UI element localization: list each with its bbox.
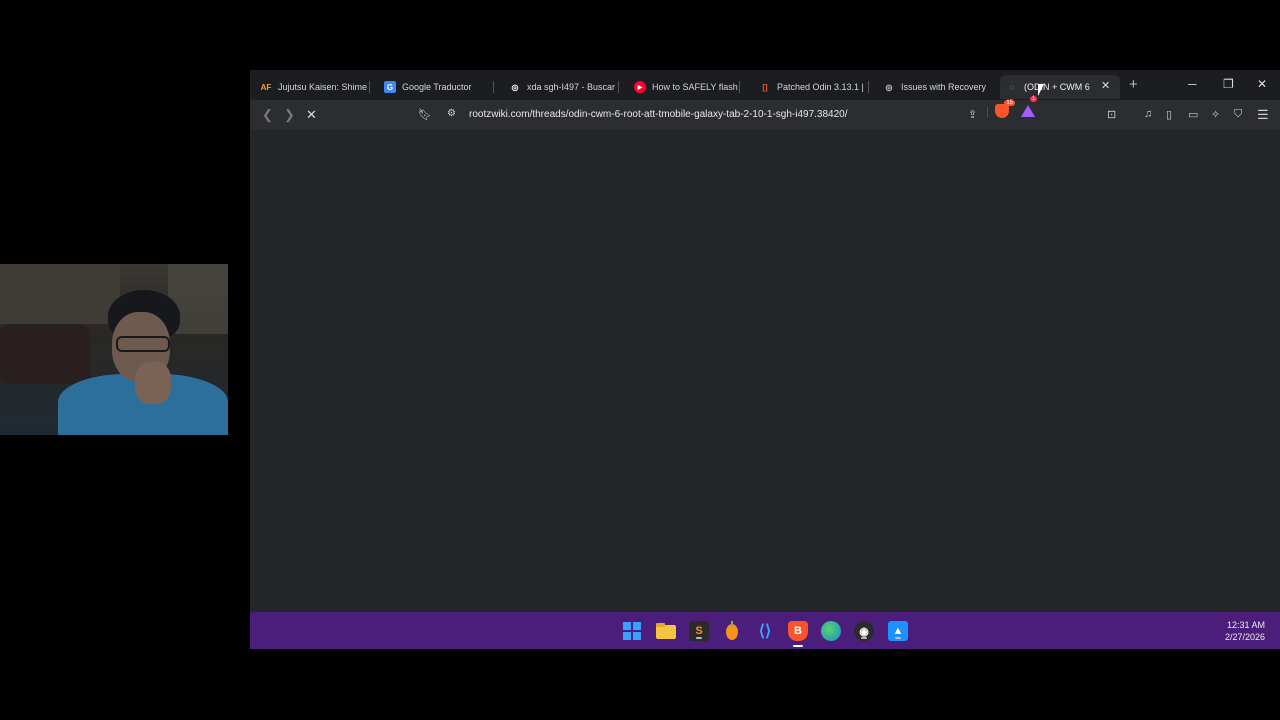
clock-date: 2/27/2026	[1224, 632, 1265, 642]
brave-browser-icon[interactable]: B	[788, 621, 808, 647]
media-icon[interactable]: ♫	[1144, 108, 1152, 120]
edge-icon[interactable]	[821, 621, 841, 641]
rewards-count-badge: 1	[1030, 96, 1038, 102]
windows-start-icon[interactable]	[622, 621, 642, 641]
webcam-person-glasses	[116, 336, 170, 352]
close-icon[interactable]: ✕	[1101, 79, 1110, 92]
share-icon[interactable]: ⇪	[968, 108, 977, 121]
tab-xda-search[interactable]: ◎ xda sgh-I497 - Buscar	[509, 75, 619, 99]
menu-icon[interactable]: ☰	[1257, 107, 1269, 123]
tab-title: xda sgh-I497 - Buscar	[527, 82, 616, 92]
tab-title: Issues with Recovery	[901, 82, 987, 92]
tab-strip: AF Jujutsu Kaisen: Shime G Google Traduc…	[250, 70, 1280, 100]
tab-separator	[493, 81, 494, 93]
obs-icon[interactable]: ◉	[854, 621, 874, 641]
fl-studio-icon[interactable]	[722, 621, 742, 641]
brave-rewards-icon[interactable]: 1	[1021, 96, 1038, 117]
browser-window: AF Jujutsu Kaisen: Shime G Google Traduc…	[250, 70, 1280, 612]
tab-separator	[868, 81, 869, 93]
youtube-icon: ▶	[634, 81, 646, 93]
xda-icon: []	[762, 82, 768, 92]
bookmark-icon[interactable]: 🔖︎	[418, 108, 432, 121]
running-indicator	[861, 637, 867, 639]
restore-icon[interactable]: ❐	[1223, 77, 1234, 91]
loading-icon: ◌	[1009, 82, 1015, 92]
webcam-overlay	[0, 264, 228, 435]
windows-taskbar: S ⟨⟩ B ◉ ▲ 12:31 AM 2/27/2026	[250, 612, 1280, 649]
tab-separator	[369, 81, 370, 93]
minimize-icon[interactable]: ─	[1188, 77, 1197, 91]
running-indicator	[895, 637, 901, 639]
wallet-icon[interactable]: ▭	[1188, 108, 1198, 121]
page-content-loading	[250, 130, 1280, 612]
active-indicator	[793, 645, 803, 647]
clock-time: 12:31 AM	[1226, 620, 1265, 630]
site-settings-icon[interactable]: ⚙	[447, 108, 456, 119]
system-clock[interactable]: 12:31 AM 2/27/2026	[1225, 619, 1265, 643]
sublime-text-icon[interactable]: S	[689, 621, 709, 641]
forum-icon: ◎	[885, 82, 893, 92]
webcam-background-chair	[0, 324, 90, 384]
google-translate-icon: G	[384, 81, 396, 93]
vpn-icon[interactable]: ⛉	[1234, 108, 1242, 121]
forward-icon[interactable]: ❯	[284, 107, 295, 123]
sidebar-icon[interactable]: ▯	[1166, 108, 1172, 121]
tab-youtube-flash[interactable]: ▶ How to SAFELY flash a	[634, 75, 740, 99]
vscode-icon[interactable]: ⟨⟩	[755, 621, 775, 641]
webcam-person-hand	[135, 362, 171, 404]
animeflv-icon: AF	[260, 82, 272, 92]
tab-google-translate[interactable]: G Google Traductor	[384, 75, 494, 99]
shield-count-badge: 15	[1004, 100, 1015, 106]
file-explorer-icon[interactable]	[656, 621, 676, 641]
tab-title: Patched Odin 3.13.1 |	[777, 82, 864, 92]
address-bar[interactable]: 🔖︎ ⚙ rootzwiki.com/threads/odin-cwm-6-ro…	[412, 104, 1032, 126]
tab-jujutsu-kaisen[interactable]: AF Jujutsu Kaisen: Shime	[260, 75, 370, 99]
brave-shield-icon[interactable]: 15	[995, 100, 1015, 118]
back-icon[interactable]: ❮	[262, 107, 273, 123]
mouse-cursor	[1038, 84, 1044, 96]
extensions-icon[interactable]: ⊡	[1107, 108, 1116, 121]
leo-ai-icon[interactable]: ✧	[1211, 108, 1220, 121]
tab-separator	[618, 81, 619, 93]
running-indicator	[696, 637, 702, 639]
new-tab-button[interactable]: +	[1129, 76, 1138, 93]
stop-loading-icon[interactable]: ✕	[306, 107, 317, 123]
webcam-background-wall	[0, 264, 120, 324]
navigation-toolbar: ❮ ❯ ✕ 🔖︎ ⚙ rootzwiki.com/threads/odin-cw…	[250, 96, 1280, 130]
tab-title: (ODIN + CWM 6	[1024, 82, 1090, 92]
photos-icon[interactable]: ▲	[888, 621, 908, 641]
url-text[interactable]: rootzwiki.com/threads/odin-cwm-6-root-at…	[469, 109, 848, 120]
tab-patched-odin[interactable]: [] Patched Odin 3.13.1 |	[759, 75, 869, 99]
window-close-icon[interactable]: ✕	[1257, 77, 1267, 91]
tab-title: How to SAFELY flash a	[652, 82, 740, 92]
tab-title: Google Traductor	[402, 82, 472, 92]
tab-title: Jujutsu Kaisen: Shime	[278, 82, 368, 92]
chatgpt-icon: ◎	[511, 82, 519, 92]
tab-separator	[739, 81, 740, 93]
tab-issues-recovery[interactable]: ◎ Issues with Recovery	[883, 75, 995, 99]
toolbar-divider: |	[986, 106, 989, 118]
